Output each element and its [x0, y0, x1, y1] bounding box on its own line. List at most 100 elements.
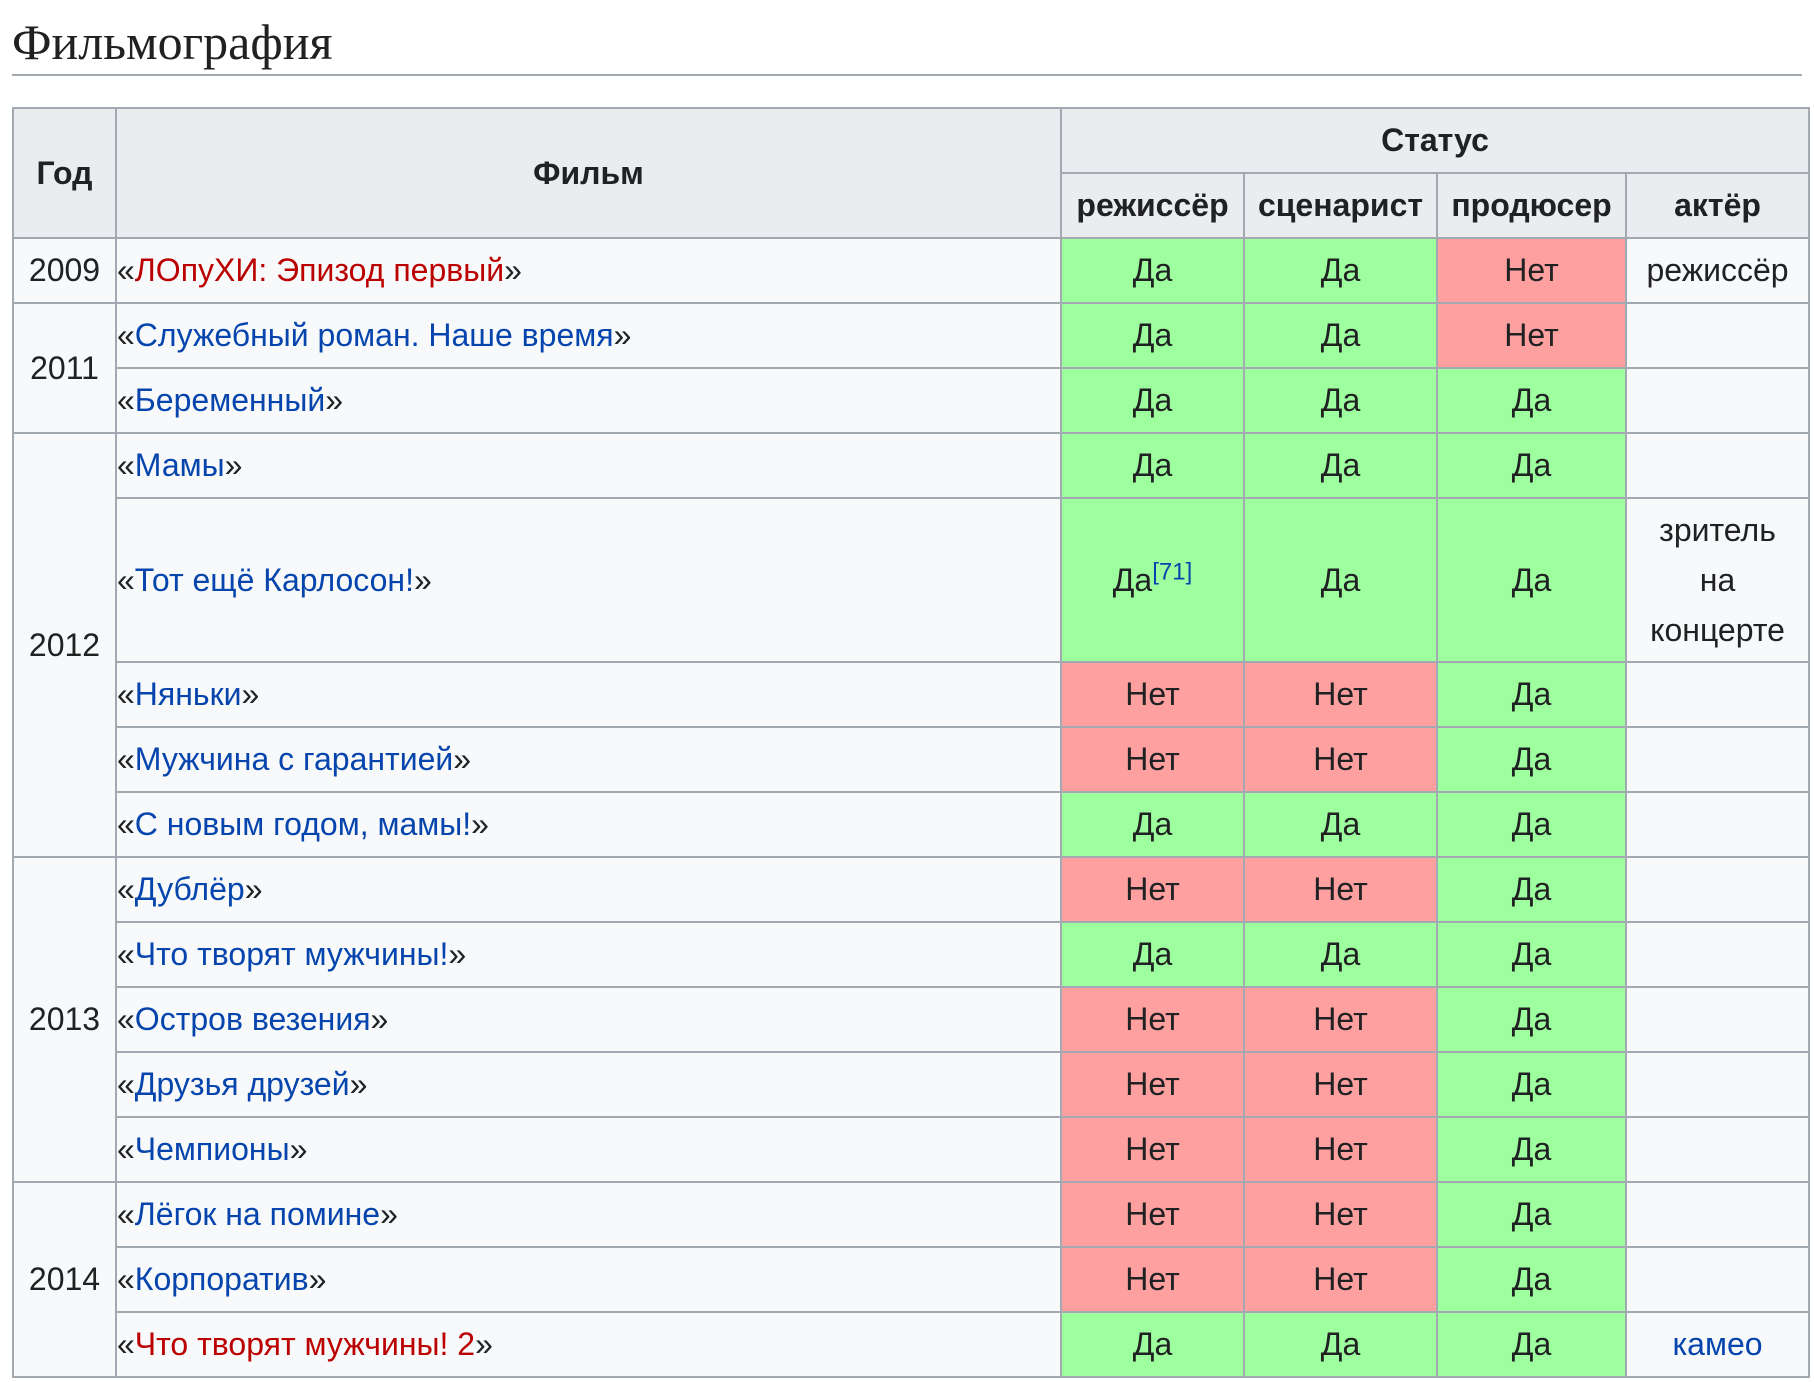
actor-role-line: зритель: [1659, 512, 1776, 548]
actor-role: [1624, 921, 1811, 988]
quote-close: »: [349, 1066, 368, 1102]
film-link[interactable]: Остров везения: [135, 1001, 371, 1037]
quote-open: «: [117, 561, 135, 598]
actor-role: режиссёр: [1624, 237, 1811, 304]
film-cell: «Служебный роман. Наше время»: [115, 302, 1062, 369]
table-row: «Чемпионы» Нет Нет Да: [13, 1116, 1811, 1183]
writer-status: Нет: [1243, 986, 1438, 1053]
writer-status: Нет: [1243, 1246, 1438, 1313]
quote-open: «: [117, 1131, 135, 1167]
actor-role-line: концерте: [1650, 612, 1785, 648]
film-link[interactable]: С новым годом, мамы!: [135, 806, 471, 842]
quote-close: »: [471, 806, 489, 842]
director-status: Да: [1060, 1311, 1245, 1378]
table-row: «Друзья друзей» Нет Нет Да: [13, 1051, 1811, 1118]
film-link[interactable]: Служебный роман. Наше время: [135, 317, 614, 353]
film-link[interactable]: Няньки: [135, 676, 242, 712]
quote-open: «: [117, 871, 135, 907]
quote-close: »: [380, 1196, 398, 1232]
film-cell: «Что творят мужчины! 2»: [115, 1311, 1062, 1378]
filmography-table: Год Фильм Статус режиссёр сценарист прод…: [12, 107, 1811, 1378]
producer-status: Да: [1436, 497, 1627, 663]
film-cell: «ЛОпуХИ: Эпизод первый»: [115, 237, 1062, 304]
writer-status: Нет: [1243, 1051, 1438, 1118]
producer-status: Да: [1436, 986, 1627, 1053]
writer-status: Нет: [1243, 1116, 1438, 1183]
table-row: «Остров везения» Нет Нет Да: [13, 986, 1811, 1053]
header-year[interactable]: Год: [12, 107, 117, 239]
film-link[interactable]: Мужчина с гарантией: [135, 741, 453, 777]
quote-open: «: [117, 317, 135, 353]
producer-status: Нет: [1436, 237, 1627, 304]
film-link[interactable]: Друзья друзей: [135, 1066, 350, 1102]
producer-status: Да: [1436, 1246, 1627, 1313]
film-link[interactable]: Что творят мужчины!: [135, 936, 449, 972]
actor-role-link[interactable]: камео: [1624, 1311, 1811, 1378]
writer-status: Да: [1243, 1311, 1438, 1378]
writer-status: Да: [1243, 921, 1438, 988]
actor-role: [1624, 1246, 1811, 1313]
quote-open: «: [117, 382, 135, 418]
year-cell: 2012: [12, 432, 117, 858]
actor-role: [1624, 432, 1811, 499]
writer-status: Нет: [1243, 1181, 1438, 1248]
film-link[interactable]: Лёгок на помине: [135, 1196, 380, 1232]
film-cell: «Друзья друзей»: [115, 1051, 1062, 1118]
actor-role-line: на: [1699, 562, 1736, 598]
director-status: Да: [1060, 302, 1245, 369]
quote-open: «: [117, 1066, 135, 1102]
film-link[interactable]: Корпоратив: [135, 1261, 309, 1297]
producer-status: Да: [1436, 1311, 1627, 1378]
quote-close: »: [504, 252, 522, 288]
reference-link[interactable]: [71]: [1152, 558, 1192, 585]
header-film[interactable]: Фильм: [115, 107, 1062, 239]
film-link[interactable]: Мамы: [135, 447, 225, 483]
year-cell: 2014: [12, 1181, 117, 1378]
film-link[interactable]: Чемпионы: [135, 1131, 290, 1167]
quote-close: »: [453, 741, 472, 777]
header-producer[interactable]: продюсер: [1436, 172, 1627, 239]
quote-close: »: [308, 1261, 327, 1297]
quote-open: «: [117, 1261, 135, 1297]
quote-close: »: [613, 317, 632, 353]
film-link[interactable]: Беременный: [135, 382, 325, 418]
writer-status: Да: [1243, 432, 1438, 499]
film-link[interactable]: Тот ещё Карлосон!: [135, 562, 414, 598]
film-cell: «Тот ещё Карлосон!»: [115, 497, 1062, 663]
producer-status: Да: [1436, 1181, 1627, 1248]
actor-role: [1624, 661, 1811, 728]
film-link[interactable]: ЛОпуХИ: Эпизод первый: [135, 252, 504, 288]
quote-close: »: [224, 447, 243, 483]
table-row: 2013 «Дублёр» Нет Нет Да: [12, 856, 1811, 1183]
quote-open: «: [117, 1001, 135, 1037]
actor-role: [1624, 791, 1811, 858]
producer-status: Да: [1436, 1051, 1627, 1118]
director-status: Нет: [1060, 856, 1245, 923]
actor-role: [1624, 856, 1811, 923]
writer-status: Нет: [1243, 856, 1438, 923]
year-cell: 2011: [12, 302, 117, 434]
director-status-text: Да: [1112, 561, 1153, 598]
writer-status: Да: [1243, 497, 1438, 663]
director-status: Нет: [1060, 986, 1245, 1053]
director-status: Нет: [1060, 661, 1245, 728]
section-title: Фильмография: [12, 2, 1802, 76]
quote-close: »: [413, 561, 432, 598]
director-status: Нет: [1060, 1051, 1245, 1118]
table-row: «С новым годом, мамы!» Да Да Да: [13, 791, 1811, 858]
film-cell: «Мужчина с гарантией»: [115, 726, 1062, 793]
table-row: 2014 «Лёгок на помине» Нет Нет Да: [12, 1181, 1811, 1378]
header-director[interactable]: режиссёр: [1060, 172, 1245, 239]
director-status: Да: [1060, 921, 1245, 988]
actor-role: [1624, 302, 1811, 369]
producer-status: Да: [1436, 726, 1627, 793]
director-status: Да: [1060, 432, 1245, 499]
quote-close: »: [289, 1131, 308, 1167]
quote-close: »: [244, 871, 263, 907]
film-link[interactable]: Что творят мужчины! 2: [135, 1326, 475, 1362]
writer-status: Нет: [1243, 726, 1438, 793]
header-writer[interactable]: сценарист: [1243, 172, 1438, 239]
film-link[interactable]: Дублёр: [135, 871, 245, 907]
producer-status: Да: [1436, 1116, 1627, 1183]
header-actor[interactable]: актёр: [1624, 172, 1811, 239]
